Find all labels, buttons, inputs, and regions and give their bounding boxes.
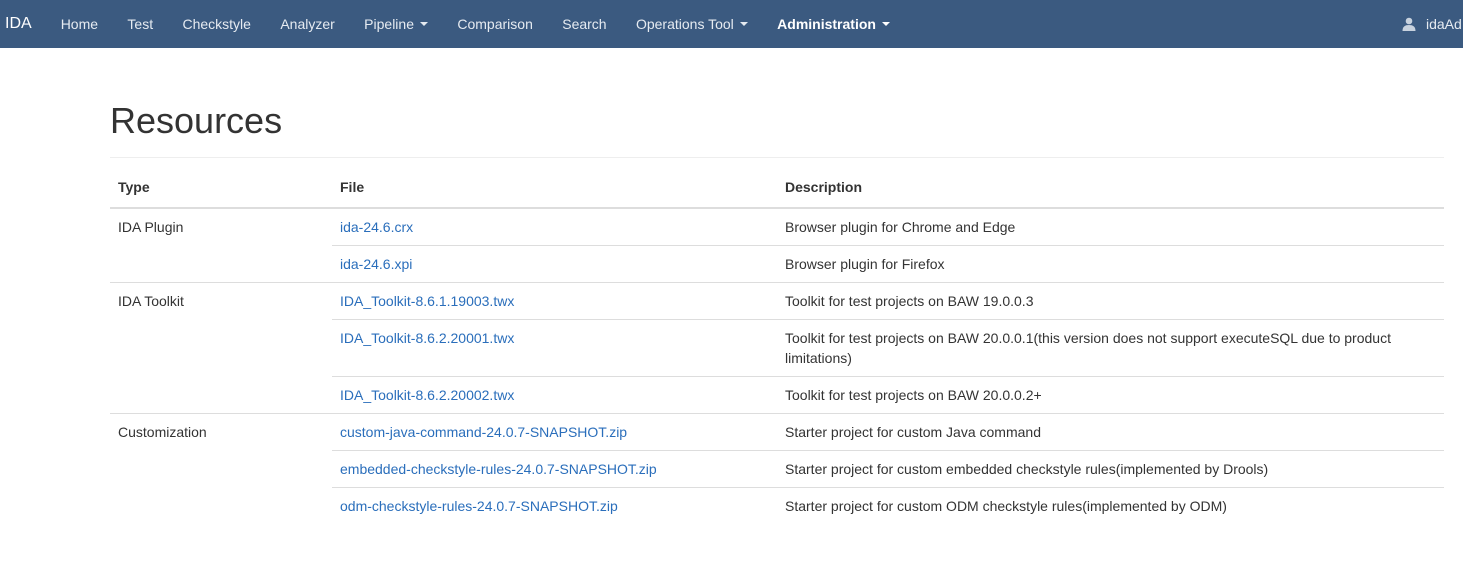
table-row: IDA Toolkit IDA_Toolkit-8.6.1.19003.twx To… — [110, 282, 1444, 320]
user-name: idaAd — [1426, 16, 1462, 32]
cell-file: ida-24.6.crx — [332, 208, 777, 246]
title-divider — [110, 157, 1444, 158]
nav-item-label: Pipeline — [364, 16, 414, 32]
nav-item-label: Operations Tool — [635, 16, 734, 32]
resources-table: Type File Description IDA Plugin ida-24.6… — [110, 177, 1444, 524]
file-download-link[interactable]: ida-24.6.xpi — [340, 256, 412, 272]
nav-item-home[interactable]: Home — [46, 0, 113, 48]
table-row: IDA Plugin ida-24.6.crx Browser plugin for… — [110, 208, 1444, 246]
nav-item-label: Analyzer — [280, 16, 335, 32]
nav-item-analyzer[interactable]: Analyzer — [266, 0, 350, 48]
table-row: embedded-checkstyle-rules-24.0.7-SNAPSHO… — [110, 450, 1444, 488]
table-row: IDA_Toolkit-8.6.2.20002.twx Toolkit for t… — [110, 376, 1444, 414]
main-content: Resources Type File Description IDA Plug… — [110, 48, 1444, 524]
cell-file: ida-24.6.xpi — [332, 245, 777, 283]
chevron-down-icon — [881, 22, 890, 26]
cell-file: odm-checkstyle-rules-24.0.7-SNAPSHOT.zip — [332, 487, 777, 524]
user-icon — [1402, 17, 1416, 31]
cell-description: Toolkit for test projects on BAW 20.0.0.… — [777, 376, 1444, 414]
chevron-down-icon — [739, 22, 748, 26]
file-download-link[interactable]: ida-24.6.crx — [340, 219, 413, 235]
cell-description: Browser plugin for Chrome and Edge — [785, 219, 1016, 235]
chevron-down-icon — [420, 22, 428, 26]
nav-item-pipeline[interactable]: Pipeline — [349, 0, 442, 48]
cell-type — [110, 488, 332, 525]
cell-type — [110, 377, 332, 414]
table-row: IDA_Toolkit-8.6.2.20001.twx Toolkit for t… — [110, 319, 1444, 377]
nav-item-label: Search — [562, 16, 607, 32]
cell-description: Starter project for custom Java command — [777, 413, 1444, 451]
nav-item-test[interactable]: Test — [113, 0, 168, 48]
user-menu[interactable]: idaAd — [1402, 0, 1462, 48]
cell-description: Starter project for custom ODM checkstyl… — [777, 487, 1444, 524]
file-download-link[interactable]: embedded-checkstyle-rules-24.0.7-SNAPSHO… — [340, 461, 657, 477]
cell-file: IDA_Toolkit-8.6.2.20002.twx — [332, 376, 777, 414]
brand-logo[interactable]: IDA — [0, 0, 46, 48]
nav-item-label: Home — [60, 16, 99, 32]
nav-item-checkstyle[interactable]: Checkstyle — [168, 0, 266, 48]
file-download-link[interactable]: custom-java-command-24.0.7-SNAPSHOT.zip — [340, 424, 627, 440]
cell-type: IDA Plugin — [118, 219, 184, 235]
nav-item-search[interactable]: Search — [548, 0, 622, 48]
cell-description: Browser plugin for Firefox — [777, 245, 1444, 283]
nav-item-label: Checkstyle — [182, 16, 251, 32]
nav-item-administration[interactable]: Administration — [762, 0, 904, 48]
table-header-row: Type File Description — [110, 177, 1444, 209]
cell-description: Starter project for custom embedded chec… — [777, 450, 1444, 488]
cell-description: Toolkit for test projects on BAW 19.0.0.… — [777, 282, 1444, 320]
nav-menu: Home Test Checkstyle Analyzer Pipeline Compar… — [46, 0, 905, 48]
nav-item-comparison[interactable]: Comparison — [443, 0, 548, 48]
top-navbar: IDA Home Test Checkstyle Analyzer Pipeline Co… — [0, 0, 1463, 48]
table-row: ida-24.6.xpi Browser plugin for Firefox — [110, 245, 1444, 283]
page-title: Resources — [110, 100, 283, 141]
cell-type — [110, 451, 332, 488]
table-row: Customization custom-java-command-24.0.7-… — [110, 413, 1444, 451]
cell-file: IDA_Toolkit-8.6.2.20001.twx — [332, 319, 777, 377]
nav-item-label: Comparison — [457, 16, 533, 32]
cell-type: IDA Toolkit — [110, 282, 332, 320]
nav-item-operations-tool[interactable]: Operations Tool — [621, 0, 762, 48]
header-description: Description — [777, 177, 1444, 209]
table-row: odm-checkstyle-rules-24.0.7-SNAPSHOT.zip… — [110, 487, 1444, 525]
cell-type — [110, 320, 332, 377]
cell-description: Toolkit for test projects on BAW 20.0.0.… — [777, 319, 1444, 377]
cell-type: Customization — [110, 413, 332, 451]
file-download-link[interactable]: IDA_Toolkit-8.6.2.20002.twx — [340, 387, 514, 403]
header-file: File — [332, 177, 777, 209]
nav-item-label: Test — [127, 16, 154, 32]
file-download-link[interactable]: IDA_Toolkit-8.6.2.20001.twx — [340, 330, 514, 346]
nav-item-label: Administration — [777, 16, 876, 32]
header-type: Type — [110, 177, 332, 209]
cell-file: IDA_Toolkit-8.6.1.19003.twx — [332, 282, 777, 320]
cell-file: embedded-checkstyle-rules-24.0.7-SNAPSHO… — [332, 450, 777, 488]
cell-type — [110, 246, 332, 283]
file-download-link[interactable]: IDA_Toolkit-8.6.1.19003.twx — [340, 293, 514, 309]
cell-file: custom-java-command-24.0.7-SNAPSHOT.zip — [332, 413, 777, 451]
file-download-link[interactable]: odm-checkstyle-rules-24.0.7-SNAPSHOT.zip — [340, 498, 618, 514]
